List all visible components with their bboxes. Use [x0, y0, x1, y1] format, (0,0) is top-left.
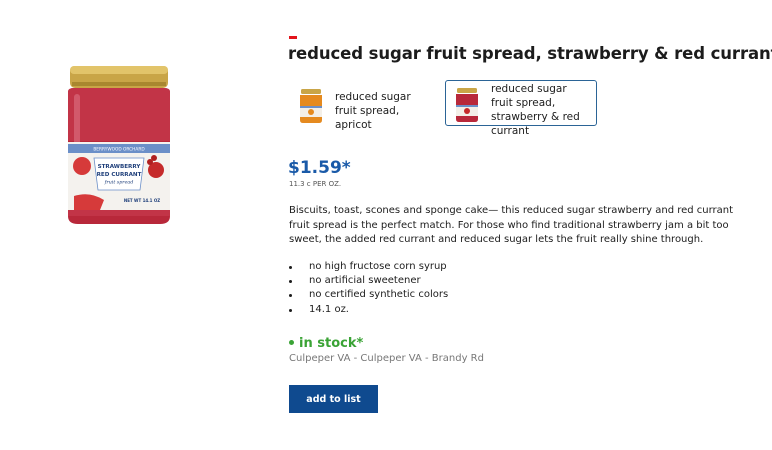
svg-text:fruit spread: fruit spread — [104, 180, 134, 186]
brand-accent-bar — [289, 36, 297, 39]
feature-item: no certified synthetic colors — [289, 288, 448, 302]
feature-item: no high fructose corn syrup — [289, 260, 448, 274]
unit-price: 11.3 c PER OZ. — [289, 180, 342, 188]
feature-item: 14.1 oz. — [289, 303, 448, 317]
store-location: Culpeper VA - Culpeper VA - Brandy Rd — [289, 353, 484, 364]
svg-text:NET WT 14.1 OZ: NET WT 14.1 OZ — [124, 198, 160, 203]
product-description: Biscuits, toast, scones and sponge cake—… — [289, 205, 734, 246]
add-to-list-button[interactable]: add to list — [289, 385, 378, 413]
apricot-jar-thumbnail-icon — [300, 89, 322, 123]
svg-text:RED CURRANT: RED CURRANT — [97, 172, 142, 178]
stock-status-text: in stock* — [299, 336, 364, 351]
svg-text:STRAWBERRY: STRAWBERRY — [98, 164, 142, 170]
variant-option-apricot[interactable]: reduced sugar fruit spread, apricot — [289, 81, 434, 131]
svg-text:BERRYWOOD ORCHARD: BERRYWOOD ORCHARD — [93, 147, 145, 153]
product-jar-image: BERRYWOOD ORCHARD STRAWBERRY RED CURRANT… — [68, 66, 170, 224]
variant-label: reduced sugar fruit spread, apricot — [335, 91, 411, 131]
price: $1.59* — [288, 158, 351, 178]
product-title: reduced sugar fruit spread, strawberry &… — [288, 44, 772, 63]
stock-status: in stock* — [289, 336, 363, 351]
feature-item: no artificial sweetener — [289, 274, 448, 288]
variant-label: reduced sugar fruit spread, strawberry &… — [491, 83, 580, 137]
variant-option-strawberry-red-currant[interactable]: reduced sugar fruit spread, strawberry &… — [445, 80, 597, 137]
strawberry-jar-thumbnail-icon — [456, 88, 478, 122]
feature-list: no high fructose corn syrup no artificia… — [289, 260, 448, 317]
stock-dot-icon — [289, 340, 294, 345]
